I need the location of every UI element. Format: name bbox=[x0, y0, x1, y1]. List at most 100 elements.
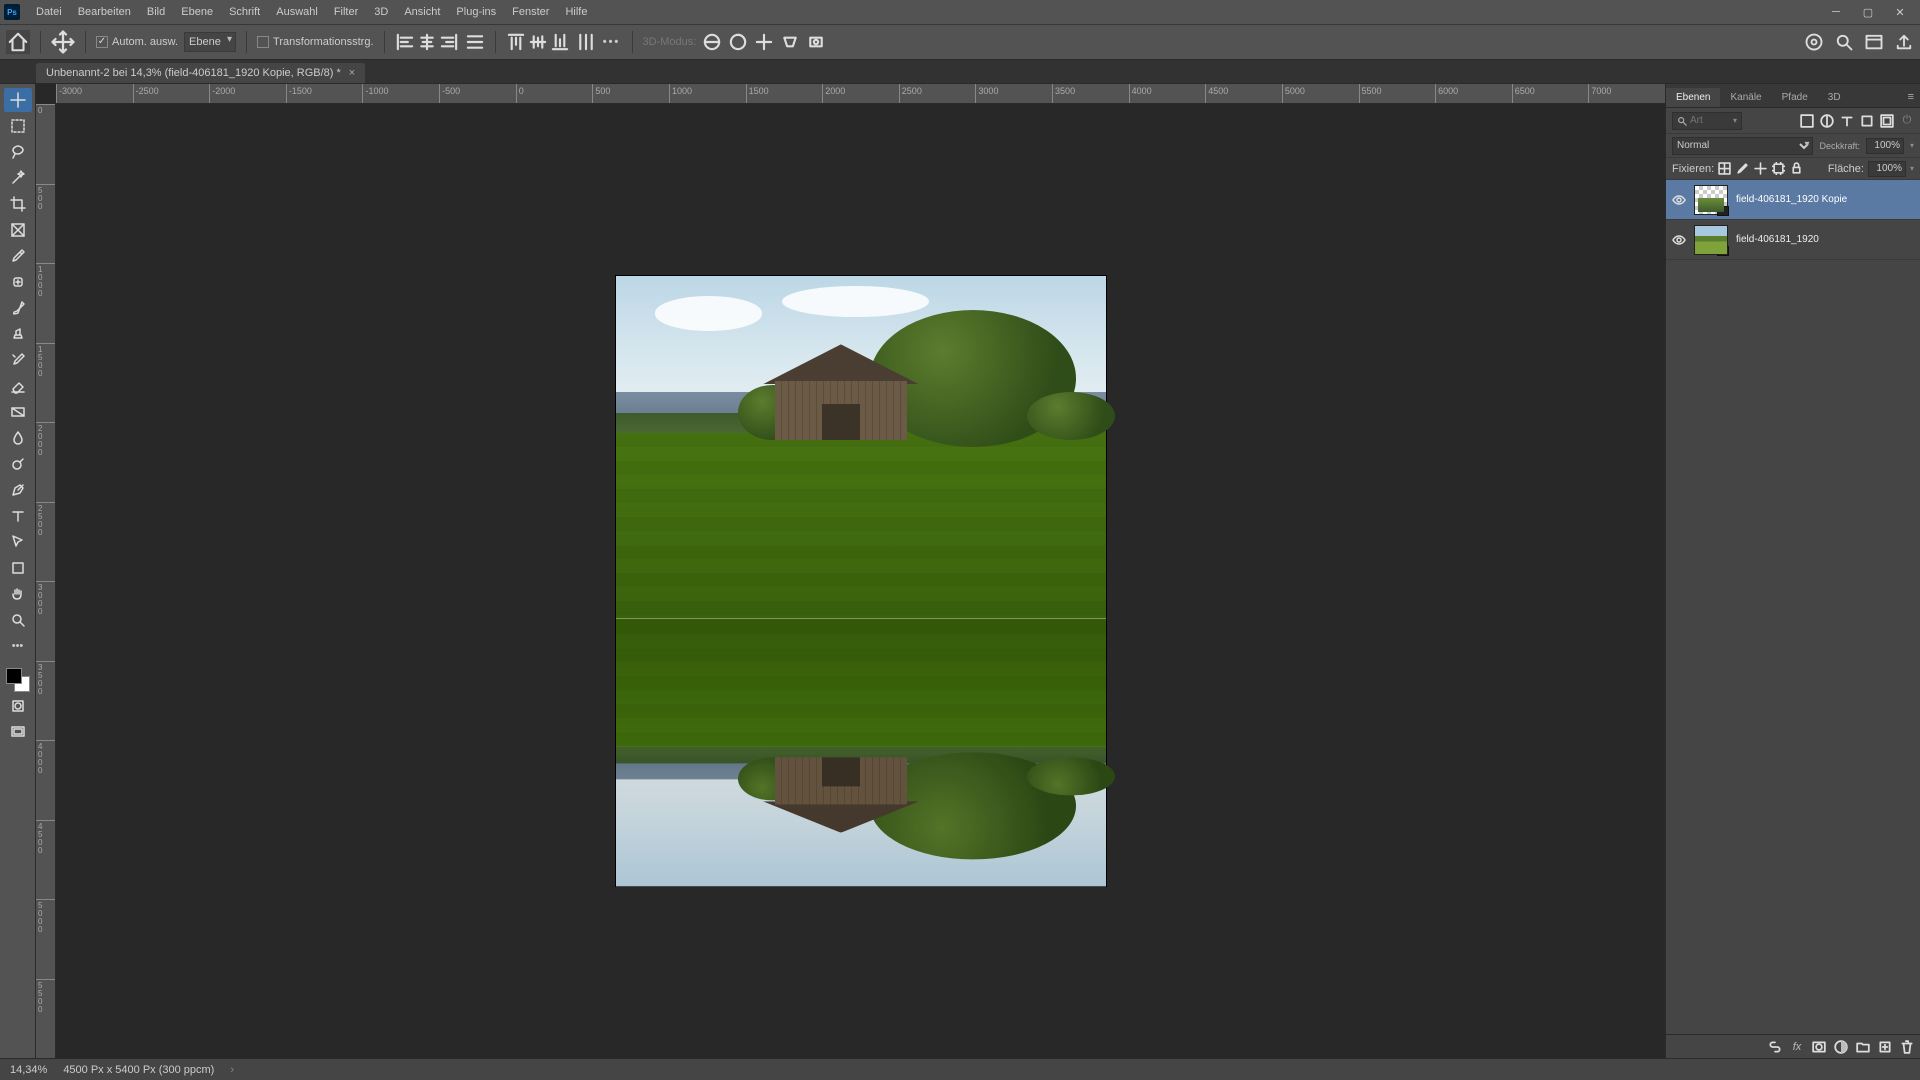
type-tool[interactable] bbox=[4, 504, 32, 528]
layer-thumbnail[interactable] bbox=[1694, 225, 1728, 255]
align-right-button[interactable] bbox=[439, 32, 459, 52]
healing-brush-tool[interactable] bbox=[4, 270, 32, 294]
zoom-tool[interactable] bbox=[4, 608, 32, 632]
filter-shape-icon[interactable] bbox=[1860, 114, 1874, 128]
menu-help[interactable]: Hilfe bbox=[557, 0, 595, 24]
filter-pixel-icon[interactable] bbox=[1800, 114, 1814, 128]
home-button[interactable] bbox=[6, 30, 30, 54]
lock-artboard-button[interactable] bbox=[1772, 162, 1785, 175]
pen-tool[interactable] bbox=[4, 478, 32, 502]
lock-transparency-button[interactable] bbox=[1718, 162, 1731, 175]
clone-stamp-tool[interactable] bbox=[4, 322, 32, 346]
layer-thumbnail[interactable] bbox=[1694, 185, 1728, 215]
fill-input[interactable] bbox=[1868, 161, 1906, 177]
align-left-button[interactable] bbox=[395, 32, 415, 52]
hand-tool[interactable] bbox=[4, 582, 32, 606]
dodge-tool[interactable] bbox=[4, 452, 32, 476]
distribute-h-button[interactable] bbox=[465, 32, 485, 52]
more-tools-button[interactable]: ••• bbox=[4, 634, 32, 658]
frame-tool[interactable] bbox=[4, 218, 32, 242]
new-layer-button[interactable] bbox=[1878, 1040, 1892, 1054]
zoom-level[interactable]: 14,34% bbox=[10, 1064, 47, 1076]
search-button[interactable] bbox=[1834, 32, 1854, 52]
filter-type-icon[interactable] bbox=[1840, 114, 1854, 128]
menu-window[interactable]: Fenster bbox=[504, 0, 557, 24]
menu-view[interactable]: Ansicht bbox=[396, 0, 448, 24]
menu-file[interactable]: Datei bbox=[28, 0, 70, 24]
layer-row[interactable]: field-406181_1920 bbox=[1666, 220, 1920, 260]
blend-mode-dropdown[interactable]: Normal bbox=[1672, 137, 1813, 155]
panel-flyout-button[interactable]: ≡ bbox=[1902, 87, 1920, 107]
vertical-ruler[interactable]: 05 0 01 0 0 01 5 0 02 0 0 02 5 0 03 0 0 … bbox=[36, 104, 56, 1058]
align-hcenter-button[interactable] bbox=[417, 32, 437, 52]
align-bottom-button[interactable] bbox=[550, 32, 570, 52]
menu-filter[interactable]: Filter bbox=[326, 0, 366, 24]
lock-position-button[interactable] bbox=[1754, 162, 1767, 175]
tab-channels[interactable]: Kanäle bbox=[1720, 88, 1771, 107]
tab-paths[interactable]: Pfade bbox=[1772, 88, 1818, 107]
delete-layer-button[interactable] bbox=[1900, 1040, 1914, 1054]
blur-tool[interactable] bbox=[4, 426, 32, 450]
shape-tool[interactable] bbox=[4, 556, 32, 580]
close-tab-button[interactable]: × bbox=[349, 67, 355, 79]
window-minimize-button[interactable]: ─ bbox=[1820, 0, 1852, 24]
menu-type[interactable]: Schrift bbox=[221, 0, 268, 24]
filter-adjust-icon[interactable] bbox=[1820, 114, 1834, 128]
move-tool-icon[interactable] bbox=[51, 30, 75, 54]
menu-select[interactable]: Auswahl bbox=[268, 0, 326, 24]
lock-all-button[interactable] bbox=[1790, 162, 1803, 175]
eyedropper-tool[interactable] bbox=[4, 244, 32, 268]
3d-zoom-button[interactable] bbox=[806, 32, 826, 52]
move-tool[interactable] bbox=[4, 88, 32, 112]
3d-roll-button[interactable] bbox=[728, 32, 748, 52]
menu-layer[interactable]: Ebene bbox=[173, 0, 221, 24]
color-swatches[interactable] bbox=[6, 668, 30, 692]
visibility-toggle[interactable] bbox=[1672, 233, 1686, 247]
auto-select-checkbox[interactable]: Autom. ausw. bbox=[96, 36, 178, 48]
lock-pixels-button[interactable] bbox=[1736, 162, 1749, 175]
align-vcenter-button[interactable] bbox=[528, 32, 548, 52]
workspace-button[interactable] bbox=[1864, 32, 1884, 52]
eraser-tool[interactable] bbox=[4, 374, 32, 398]
align-more-button[interactable]: ••• bbox=[602, 32, 622, 52]
history-brush-tool[interactable] bbox=[4, 348, 32, 372]
window-maximize-button[interactable]: ▢ bbox=[1852, 0, 1884, 24]
filter-smart-icon[interactable] bbox=[1880, 114, 1894, 128]
document-tab[interactable]: Unbenannt-2 bei 14,3% (field-406181_1920… bbox=[36, 63, 365, 83]
distribute-v-button[interactable] bbox=[576, 32, 596, 52]
align-top-button[interactable] bbox=[506, 32, 526, 52]
adjustment-layer-button[interactable] bbox=[1834, 1040, 1848, 1054]
quick-mask-button[interactable] bbox=[4, 694, 32, 718]
filter-toggle-icon[interactable]: ⏻ bbox=[1900, 114, 1914, 128]
menu-edit[interactable]: Bearbeiten bbox=[70, 0, 139, 24]
auto-select-target-dropdown[interactable]: Ebene bbox=[184, 32, 236, 52]
group-button[interactable] bbox=[1856, 1040, 1870, 1054]
tab-3d[interactable]: 3D bbox=[1818, 88, 1851, 107]
menu-image[interactable]: Bild bbox=[139, 0, 173, 24]
opacity-input[interactable] bbox=[1866, 138, 1904, 154]
3d-pan-button[interactable] bbox=[754, 32, 774, 52]
foreground-color-swatch[interactable] bbox=[6, 668, 22, 684]
artboard[interactable] bbox=[616, 276, 1106, 886]
marquee-tool[interactable] bbox=[4, 114, 32, 138]
menu-plugins[interactable]: Plug-ins bbox=[448, 0, 504, 24]
layer-kind-filter[interactable]: ▾ bbox=[1672, 112, 1742, 130]
magic-wand-tool[interactable] bbox=[4, 166, 32, 190]
viewport[interactable] bbox=[56, 104, 1665, 1058]
layer-name[interactable]: field-406181_1920 bbox=[1736, 234, 1819, 245]
screen-mode-button[interactable] bbox=[4, 720, 32, 744]
lasso-tool[interactable] bbox=[4, 140, 32, 164]
layer-name[interactable]: field-406181_1920 Kopie bbox=[1736, 194, 1847, 205]
layer-style-button[interactable]: fx bbox=[1790, 1040, 1804, 1054]
layer-mask-button[interactable] bbox=[1812, 1040, 1826, 1054]
link-layers-button[interactable] bbox=[1768, 1040, 1782, 1054]
tab-layers[interactable]: Ebenen bbox=[1666, 88, 1720, 107]
path-select-tool[interactable] bbox=[4, 530, 32, 554]
cloud-docs-button[interactable] bbox=[1804, 32, 1824, 52]
transform-controls-checkbox[interactable]: Transformationsstrg. bbox=[257, 36, 373, 48]
doc-info[interactable]: 4500 Px x 5400 Px (300 ppcm) bbox=[63, 1064, 214, 1076]
layer-row[interactable]: field-406181_1920 Kopie bbox=[1666, 180, 1920, 220]
menu-3d[interactable]: 3D bbox=[366, 0, 396, 24]
share-button[interactable] bbox=[1894, 32, 1914, 52]
brush-tool[interactable] bbox=[4, 296, 32, 320]
